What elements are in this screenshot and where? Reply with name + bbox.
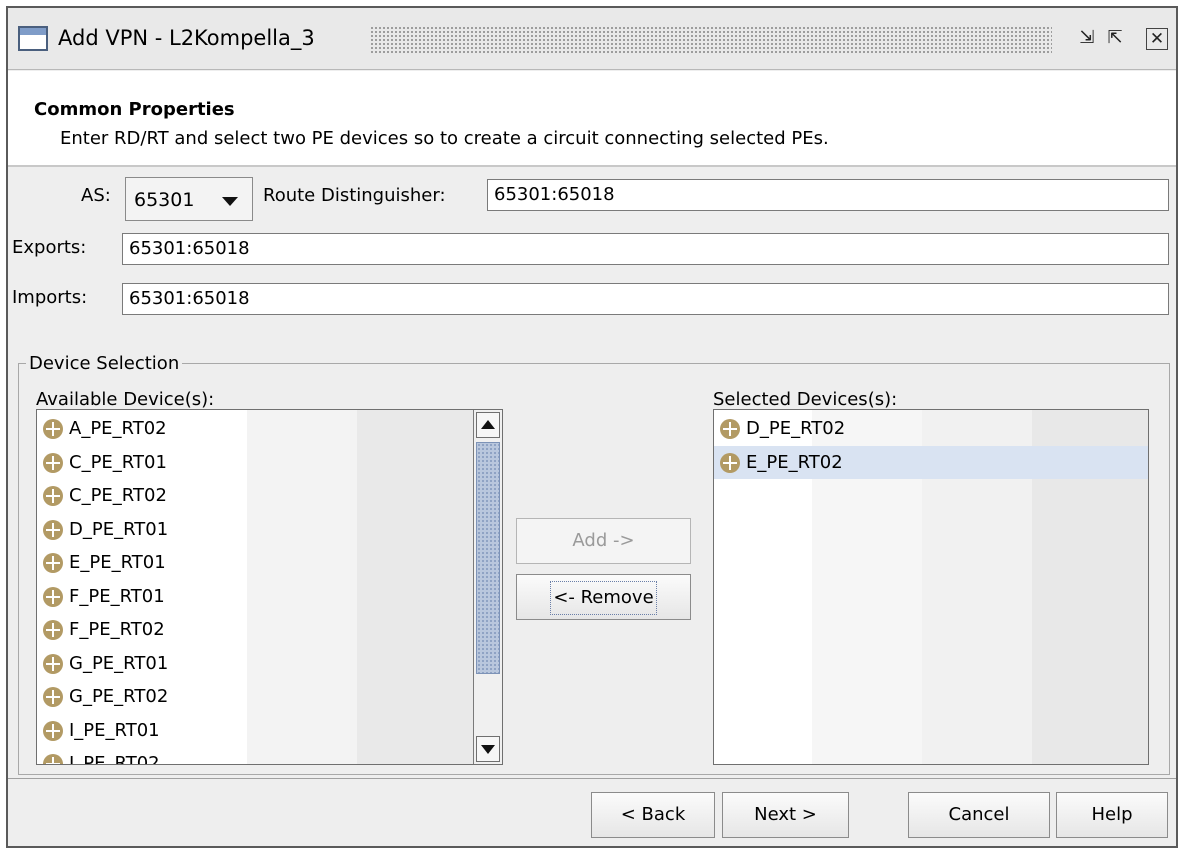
wizard-footer: < Back Next > Cancel Help <box>8 780 1176 846</box>
device-name: D_PE_RT02 <box>746 418 846 439</box>
section-description: Enter RD/RT and select two PE devices so… <box>60 128 829 149</box>
router-device-icon <box>43 553 63 573</box>
device-selection-title: Device Selection <box>26 353 183 374</box>
router-device-icon <box>43 720 63 741</box>
device-list-item[interactable]: C_PE_RT02 <box>37 479 473 512</box>
device-name: E_PE_RT01 <box>69 552 166 573</box>
selected-devices-label: Selected Devices(s): <box>713 389 898 410</box>
exports-field[interactable]: 65301:65018 <box>122 233 1169 265</box>
help-button[interactable]: Help <box>1056 792 1168 838</box>
add-button[interactable]: Add -> <box>516 518 691 564</box>
router-device-icon <box>43 452 63 473</box>
available-scrollbar[interactable] <box>473 410 502 764</box>
back-button[interactable]: < Back <box>591 792 715 838</box>
router-device-icon <box>43 586 63 607</box>
router-device-icon <box>43 754 63 764</box>
section-title: Common Properties <box>34 99 235 120</box>
device-name: E_PE_RT02 <box>746 451 843 473</box>
router-device-icon <box>43 519 63 540</box>
imports-label: Imports: <box>12 287 88 308</box>
device-list-item[interactable]: E_PE_RT01 <box>37 546 473 579</box>
router-device-icon <box>43 620 63 640</box>
as-label: AS: <box>81 185 111 206</box>
remove-button[interactable]: <- Remove <box>516 574 691 620</box>
router-device-icon <box>43 653 63 674</box>
router-device-icon <box>43 419 63 439</box>
exports-label: Exports: <box>12 237 87 258</box>
available-devices-list[interactable]: A_PE_RT02 C_PE_RT01 C_PE_RT02 D_PE_RT01 E_PE… <box>36 409 503 765</box>
device-name: C_PE_RT01 <box>69 451 167 473</box>
device-name: I_PE_RT01 <box>69 719 160 741</box>
cancel-button[interactable]: Cancel <box>908 792 1050 838</box>
available-devices-label: Available Device(s): <box>36 389 215 410</box>
imports-field[interactable]: 65301:65018 <box>122 283 1169 315</box>
chevron-down-icon <box>222 197 238 206</box>
route-distinguisher-label: Route Distinguisher: <box>263 185 446 206</box>
device-list-item[interactable]: D_PE_RT01 <box>37 513 473 546</box>
device-list-item[interactable]: A_PE_RT02 <box>37 412 473 445</box>
device-name: I_PE_RT02 <box>69 753 160 765</box>
device-name: G_PE_RT02 <box>69 686 169 707</box>
scroll-thumb[interactable] <box>476 442 500 674</box>
device-name: C_PE_RT02 <box>69 485 167 506</box>
device-list-item[interactable]: G_PE_RT01 <box>37 647 473 680</box>
wizard-header: Common Properties Enter RD/RT and select… <box>8 71 1176 167</box>
device-list-item[interactable]: I_PE_RT01 <box>37 714 473 747</box>
device-name: G_PE_RT01 <box>69 652 169 674</box>
close-icon[interactable]: ✕ <box>1146 28 1168 50</box>
device-name: F_PE_RT01 <box>69 585 165 607</box>
as-selected-value: 65301 <box>134 189 195 211</box>
route-distinguisher-field[interactable]: 65301:65018 <box>487 179 1169 211</box>
minimize-icon[interactable]: ⇲ <box>1076 28 1098 50</box>
device-list-item[interactable]: F_PE_RT01 <box>37 580 473 613</box>
device-name: D_PE_RT01 <box>69 518 169 540</box>
scroll-up-icon[interactable] <box>476 412 500 438</box>
form-area: AS: 65301 Route Distinguisher: 65301:650… <box>8 169 1176 779</box>
device-list-item[interactable]: E_PE_RT02 <box>714 445 1148 479</box>
device-name: F_PE_RT02 <box>69 619 165 640</box>
title-bar[interactable]: Add VPN - L2Kompella_3 ⇲ ⇱ ✕ <box>8 8 1176 70</box>
device-list-item[interactable]: D_PE_RT02 <box>714 412 1148 445</box>
router-device-icon <box>720 452 740 473</box>
next-button[interactable]: Next > <box>722 792 849 838</box>
device-list-item[interactable]: F_PE_RT02 <box>37 613 473 646</box>
add-vpn-dialog: Add VPN - L2Kompella_3 ⇲ ⇱ ✕ Common Prop… <box>6 6 1178 848</box>
router-device-icon <box>43 687 63 707</box>
device-list-item[interactable]: G_PE_RT02 <box>37 680 473 713</box>
title-bar-grip <box>370 26 1052 54</box>
window-title: Add VPN - L2Kompella_3 <box>58 26 321 54</box>
scroll-down-icon[interactable] <box>476 736 500 762</box>
router-device-icon <box>720 419 740 439</box>
maximize-icon[interactable]: ⇱ <box>1104 28 1126 50</box>
device-list-item[interactable]: I_PE_RT02 <box>37 747 473 765</box>
window-icon <box>18 26 48 51</box>
device-name: A_PE_RT02 <box>69 418 167 439</box>
as-dropdown[interactable]: 65301 <box>125 177 253 221</box>
router-device-icon <box>43 486 63 506</box>
device-list-item[interactable]: C_PE_RT01 <box>37 446 473 479</box>
selected-devices-list[interactable]: D_PE_RT02 E_PE_RT02 <box>713 409 1149 765</box>
remove-button-label: <- Remove <box>550 581 657 615</box>
